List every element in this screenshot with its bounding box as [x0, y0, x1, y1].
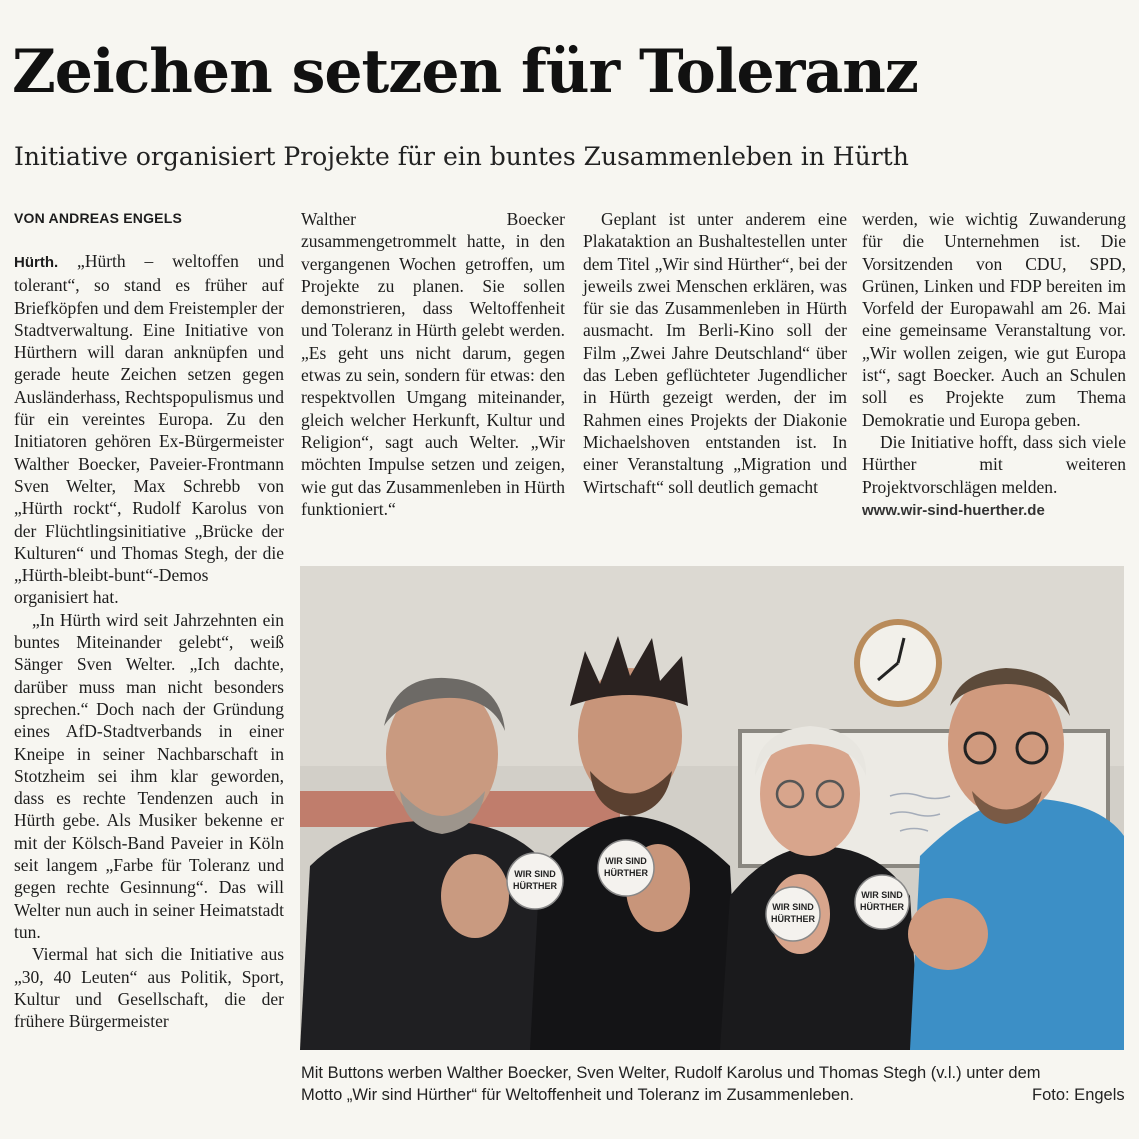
svg-text:WIR SIND: WIR SIND — [861, 890, 903, 900]
article-column-4: werden, wie wichtig Zuwanderung für die … — [862, 208, 1126, 522]
svg-text:HÜRTHER: HÜRTHER — [860, 902, 904, 912]
byline: VON ANDREAS ENGELS — [14, 210, 182, 226]
wall-clock — [854, 619, 942, 707]
article-column-1: VON ANDREAS ENGELS Hürth. „Hürth – welto… — [14, 208, 284, 1032]
photo-illustration: WIR SIND HÜRTHER WIR SIND HÜRTHER WIR SI… — [300, 566, 1124, 1050]
photo-caption: Mit Buttons werben Walther Boecker, Sven… — [301, 1064, 1041, 1104]
press-photo: WIR SIND HÜRTHER WIR SIND HÜRTHER WIR SI… — [300, 566, 1124, 1050]
svg-text:HÜRTHER: HÜRTHER — [513, 881, 557, 891]
wir-sind-huerther-button: WIR SIND HÜRTHER — [506, 852, 564, 910]
article-column-3: Geplant ist unter anderem eine Plakatakt… — [583, 208, 847, 498]
paragraph: werden, wie wichtig Zuwanderung für die … — [862, 209, 1126, 430]
paragraph: „In Hürth wird seit Jahrzehnten ein bunt… — [14, 609, 284, 942]
paragraph: Hürth. „Hürth – weltoffen und tolerant“,… — [14, 250, 284, 609]
website-link[interactable]: www.wir-sind-huerther.de — [862, 500, 1126, 522]
svg-text:WIR SIND: WIR SIND — [514, 869, 556, 879]
svg-text:HÜRTHER: HÜRTHER — [771, 914, 815, 924]
svg-text:WIR SIND: WIR SIND — [605, 856, 647, 866]
headline: Zeichen setzen für Toleranz — [12, 37, 919, 107]
svg-text:WIR SIND: WIR SIND — [772, 902, 814, 912]
paragraph: Die Initiative hofft, dass sich viele Hü… — [862, 431, 1126, 497]
wir-sind-huerther-button: WIR SIND HÜRTHER — [765, 886, 821, 942]
photo-credit: Foto: Engels — [1032, 1086, 1125, 1104]
newspaper-clipping: Zeichen setzen für Toleranz Initiative o… — [0, 0, 1139, 1139]
paragraph: Geplant ist unter anderem eine Plakatakt… — [583, 209, 847, 497]
paragraph: Walther Boecker zusammengetrommelt hatte… — [301, 209, 565, 519]
dateline: Hürth. — [14, 254, 59, 271]
wir-sind-huerther-button: WIR SIND HÜRTHER — [597, 839, 655, 897]
subheadline: Initiative organisiert Projekte für ein … — [14, 142, 909, 171]
paragraph: Viermal hat sich die Initiative aus „30,… — [14, 944, 284, 1032]
svg-text:HÜRTHER: HÜRTHER — [604, 868, 648, 878]
article-column-2: Walther Boecker zusammengetrommelt hatte… — [301, 208, 565, 520]
wir-sind-huerther-button: WIR SIND HÜRTHER — [854, 874, 910, 930]
paragraph-text: „Hürth – weltoffen und tolerant“, so sta… — [14, 251, 284, 608]
